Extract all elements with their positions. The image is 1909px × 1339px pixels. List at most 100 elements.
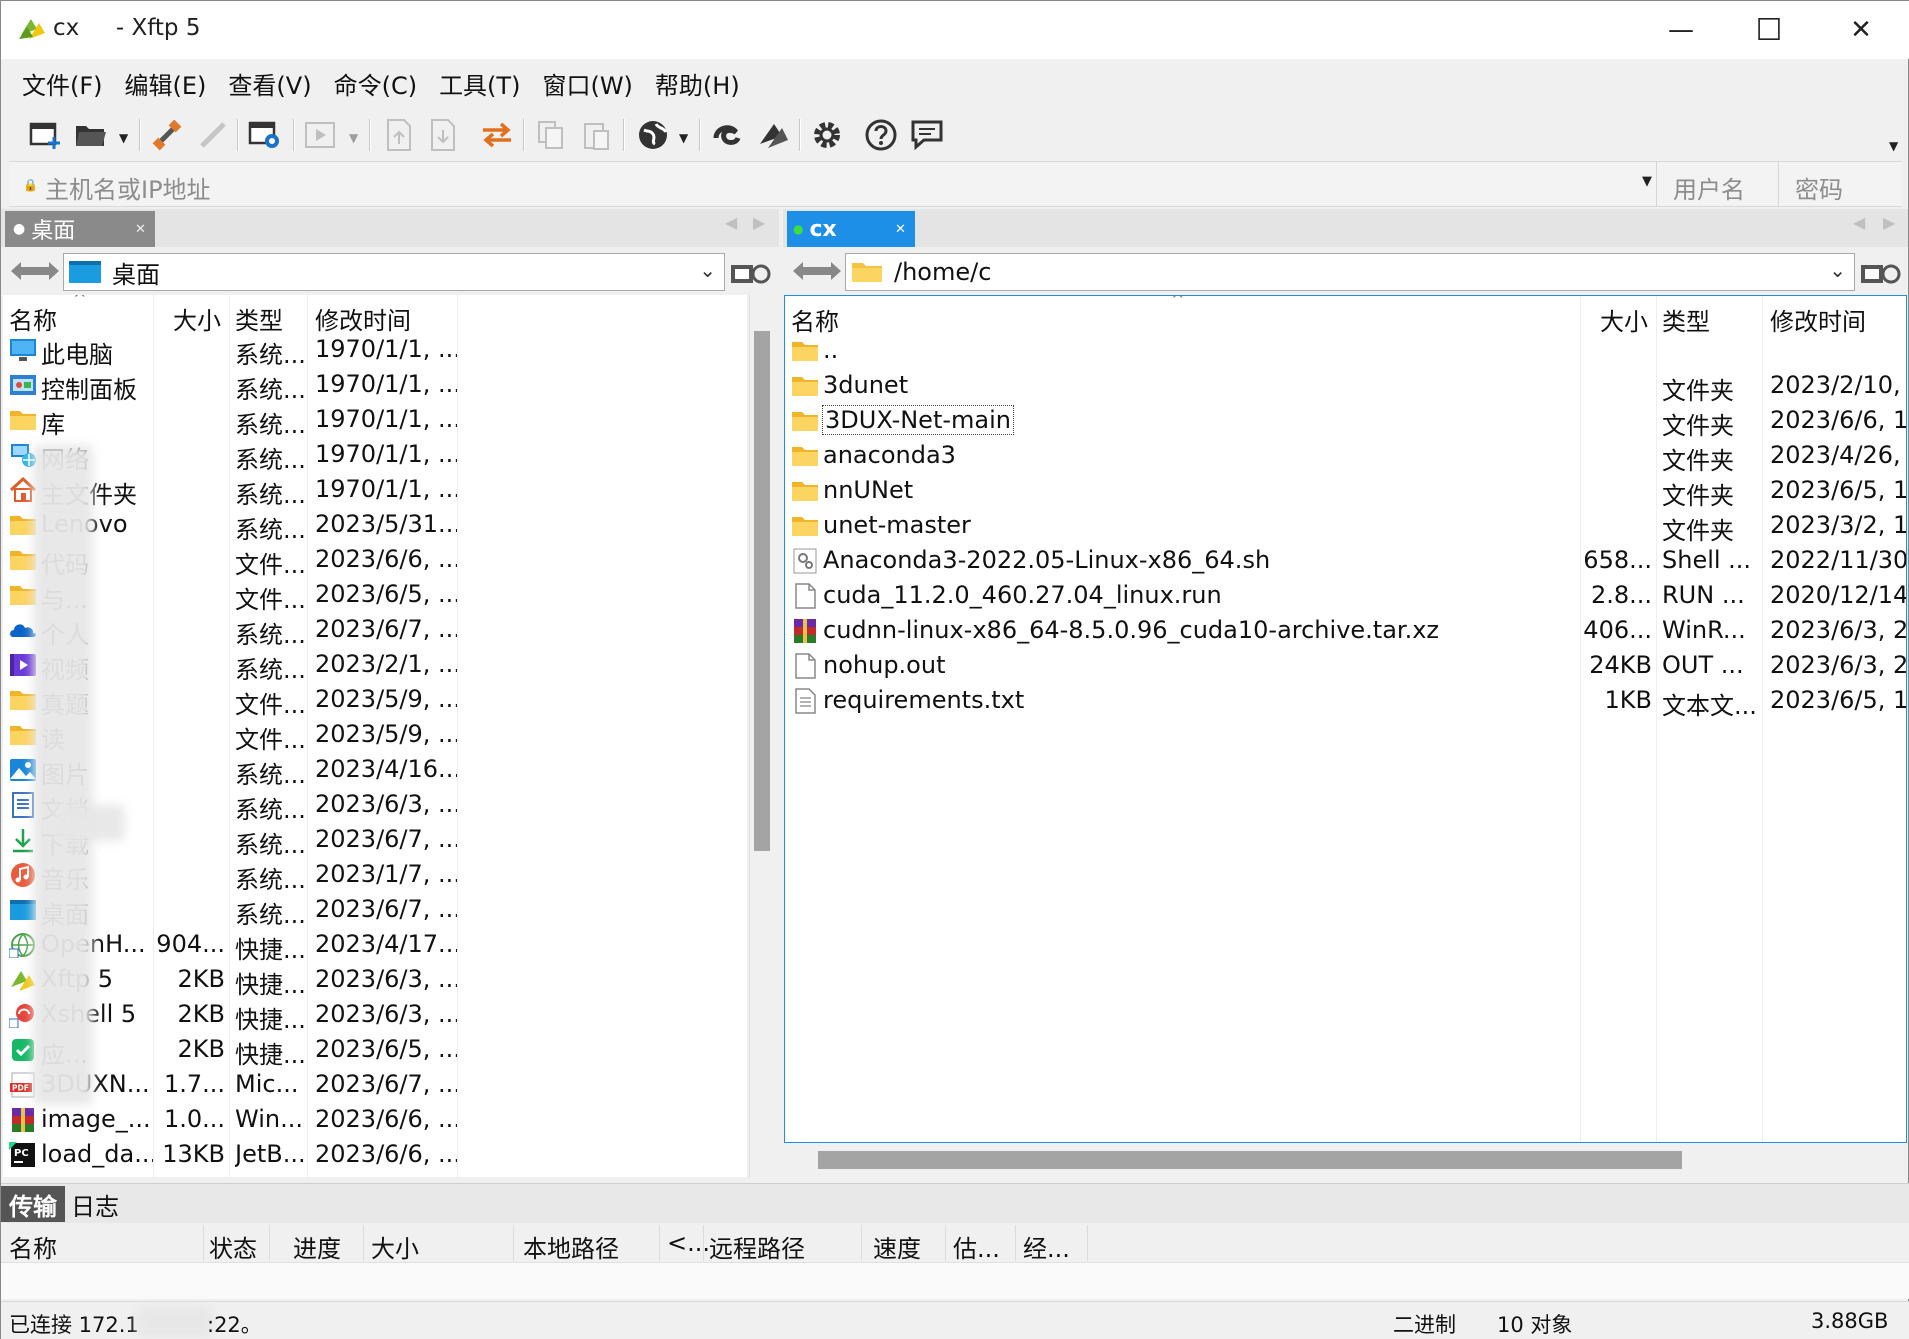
- minimize-button[interactable]: —: [1635, 1, 1727, 59]
- open-session-dropdown[interactable]: ▼: [119, 131, 128, 145]
- left-file-row[interactable]: Xftp 52KB快捷...2023/6/3, ...: [3, 963, 747, 999]
- left-file-row[interactable]: 控制面板 系统... 1970/1/1, ...: [3, 368, 747, 404]
- menu-help[interactable]: 帮助(H): [644, 66, 751, 101]
- xfer-col-estimated[interactable]: 估...: [953, 1229, 1000, 1264]
- menu-view[interactable]: 查看(V): [217, 66, 322, 101]
- right-horizontal-scrollbar[interactable]: [784, 1143, 1907, 1175]
- left-file-row[interactable]: 读文件...2023/5/9, ...: [3, 718, 747, 754]
- left-file-row[interactable]: 视频系统...2023/2/1, ...: [3, 648, 747, 684]
- right-file-row[interactable]: nnUNet 文件夹 2023/6/5, 17: [785, 474, 1906, 510]
- host-dropdown-icon[interactable]: ▼: [1642, 174, 1652, 189]
- col-name[interactable]: 名称: [791, 302, 839, 337]
- password-input[interactable]: 密码: [1781, 162, 1901, 206]
- col-modified[interactable]: 修改时间: [1770, 302, 1866, 337]
- col-size[interactable]: 大小: [173, 301, 221, 336]
- tab-log[interactable]: 日志: [63, 1186, 127, 1222]
- xfer-col-progress[interactable]: 进度: [293, 1229, 341, 1264]
- close-tab-icon[interactable]: ✕: [895, 222, 906, 237]
- right-file-row[interactable]: ..: [785, 334, 1906, 369]
- transfer-list[interactable]: [1, 1263, 1909, 1299]
- left-file-row[interactable]: 网络系统...1970/1/1, ...: [3, 438, 747, 474]
- scroll-thumb[interactable]: [818, 1151, 1682, 1169]
- col-name[interactable]: 名称: [9, 301, 57, 336]
- xshell-button[interactable]: [709, 117, 745, 153]
- disconnect-button[interactable]: [195, 117, 231, 153]
- session-properties-button[interactable]: [247, 117, 283, 153]
- xfer-col-elapsed[interactable]: 经...: [1023, 1229, 1070, 1264]
- col-size[interactable]: 大小: [1600, 302, 1648, 337]
- left-vertical-scrollbar[interactable]: [749, 295, 771, 1177]
- left-file-row[interactable]: Lenovo系统...2023/5/31...: [3, 508, 747, 544]
- tab-scroll-left-icon[interactable]: ◀: [725, 213, 737, 232]
- right-file-row[interactable]: nohup.out 24KB OUT ... 2023/6/3, 20: [785, 649, 1906, 684]
- col-type[interactable]: 类型: [1662, 302, 1710, 337]
- right-file-row[interactable]: 3DUX-Net-main 文件夹 2023/6/6, 19: [785, 404, 1906, 440]
- left-file-row[interactable]: 此电脑 系统... 1970/1/1, ...: [3, 333, 747, 369]
- tab-scroll-right-icon[interactable]: ▶: [1883, 213, 1895, 232]
- right-file-row[interactable]: 3dunet 文件夹 2023/2/10, 1: [785, 369, 1906, 405]
- right-file-row[interactable]: anaconda3 文件夹 2023/4/26, 1: [785, 439, 1906, 475]
- paste-button[interactable]: [579, 117, 615, 153]
- left-file-row[interactable]: 真题文件...2023/5/9, ...: [3, 683, 747, 719]
- left-path-combo[interactable]: 桌面 ⌄: [63, 253, 725, 291]
- encoding-dropdown[interactable]: ▼: [679, 131, 688, 145]
- left-file-row[interactable]: 与...文件...2023/6/5, ...: [3, 578, 747, 614]
- maximize-button[interactable]: ☐: [1723, 1, 1815, 59]
- xfer-col-status[interactable]: 状态: [209, 1229, 257, 1264]
- left-file-row[interactable]: 代码文件...2023/6/6, ...: [3, 543, 747, 579]
- xfer-col-remote-path[interactable]: 远程路径: [709, 1229, 805, 1264]
- new-session-button[interactable]: [27, 117, 63, 153]
- toolbar-overflow[interactable]: ▼: [1889, 139, 1898, 153]
- chevron-down-icon[interactable]: ⌄: [699, 258, 716, 282]
- copy-button[interactable]: [533, 117, 569, 153]
- help-button[interactable]: [863, 117, 899, 153]
- menu-command[interactable]: 命令(C): [323, 66, 428, 101]
- xfer-col-size[interactable]: 大小: [371, 1229, 419, 1264]
- encoding-button[interactable]: [635, 117, 671, 153]
- right-file-row[interactable]: requirements.txt 1KB 文本文... 2023/6/5, 18: [785, 684, 1906, 720]
- left-file-row[interactable]: PC load_da... 13KB JetB... 2023/6/6, ...: [3, 1138, 747, 1173]
- upload-button[interactable]: [381, 117, 417, 153]
- xfer-col-name[interactable]: 名称: [9, 1229, 57, 1264]
- transfer-button[interactable]: [303, 117, 339, 153]
- right-file-row[interactable]: cuda_11.2.0_460.27.04_linux.run 2.8... RUN…: [785, 579, 1906, 614]
- back-forward-icon[interactable]: [791, 259, 843, 283]
- left-file-row[interactable]: 库 系统... 1970/1/1, ...: [3, 403, 747, 439]
- menu-window[interactable]: 窗口(W): [531, 66, 643, 101]
- remote-refresh-icon[interactable]: [1859, 257, 1901, 287]
- back-forward-icon[interactable]: [9, 259, 61, 283]
- left-file-row[interactable]: PDF 3DUXN... 1.7... Mic... 2023/6/7, ...: [3, 1068, 747, 1103]
- left-file-row[interactable]: 主文件夹系统...1970/1/1, ...: [3, 473, 747, 509]
- local-computer-refresh-icon[interactable]: [729, 257, 771, 287]
- feedback-button[interactable]: [909, 117, 945, 153]
- menu-tools[interactable]: 工具(T): [428, 66, 531, 101]
- close-tab-icon[interactable]: ✕: [135, 222, 146, 237]
- xfer-col-local-path[interactable]: 本地路径: [523, 1229, 619, 1264]
- options-button[interactable]: [809, 117, 845, 153]
- col-type[interactable]: 类型: [235, 301, 283, 336]
- left-file-row[interactable]: OpenH... 904... 快捷... 2023/4/17...: [3, 928, 747, 964]
- download-button[interactable]: [425, 117, 461, 153]
- host-input[interactable]: 🔒 主机名或IP地址 ▼: [9, 162, 1657, 206]
- chevron-down-icon[interactable]: ⌄: [1829, 258, 1846, 282]
- tab-local-desktop[interactable]: ● 桌面 ✕: [5, 211, 155, 247]
- right-file-row[interactable]: unet-master 文件夹 2023/3/2, 16: [785, 509, 1906, 545]
- xftp-button[interactable]: [755, 117, 791, 153]
- left-file-row[interactable]: 个人系统...2023/6/7, ...: [3, 613, 747, 649]
- xfer-col-speed[interactable]: 速度: [873, 1229, 921, 1264]
- right-file-row[interactable]: Anaconda3-2022.05-Linux-x86_64.sh 658... S…: [785, 544, 1906, 579]
- sync-button[interactable]: [479, 117, 515, 153]
- tab-remote-cx[interactable]: ● cx ✕: [787, 211, 915, 247]
- right-path-combo[interactable]: /home/c ⌄: [845, 253, 1855, 291]
- remote-file-list[interactable]: 名称 ^ 大小 类型 修改时间 ..3dunet文件夹2023/2/10, 13…: [784, 295, 1907, 1143]
- connect-button[interactable]: [149, 117, 185, 153]
- menu-edit[interactable]: 编辑(E): [114, 66, 218, 101]
- left-file-row[interactable]: 应...2KB快捷...2023/6/5, ...: [3, 1033, 747, 1069]
- tab-scroll-left-icon[interactable]: ◀: [1853, 213, 1865, 232]
- left-file-row[interactable]: Xshell 52KB快捷...2023/6/3, ...: [3, 998, 747, 1034]
- left-file-row[interactable]: image_... 1.0... Win... 2023/6/6, ...: [3, 1103, 747, 1138]
- transfer-dropdown[interactable]: ▼: [349, 131, 358, 145]
- left-file-row[interactable]: 桌面系统...2023/6/7, ...: [3, 893, 747, 929]
- open-session-button[interactable]: [73, 117, 109, 153]
- menu-file[interactable]: 文件(F): [11, 66, 114, 101]
